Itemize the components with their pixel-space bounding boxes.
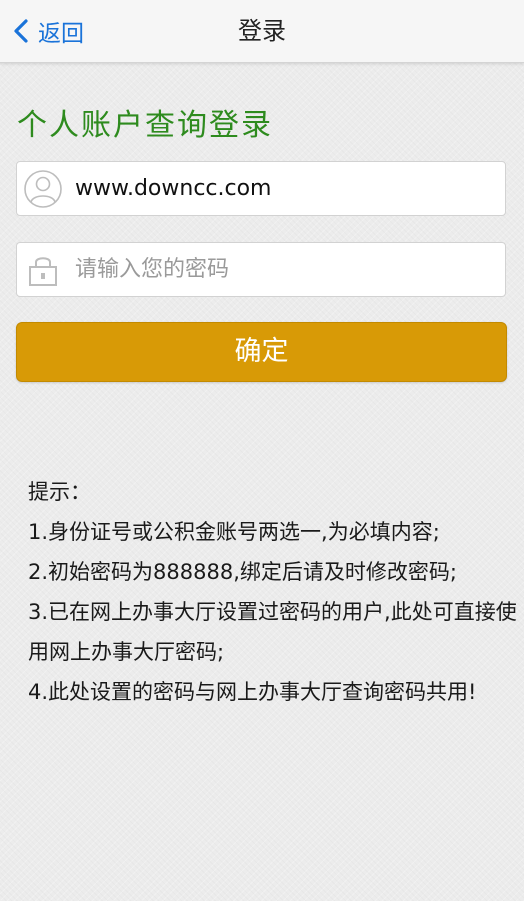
confirm-button[interactable]: 确定 [16,322,507,382]
tip-item: 3.已在网上办事大厅设置过密码的用户,此处可直接使用网上办事大厅密码; [28,600,517,664]
top-navigation-bar: 登录 返回 [0,0,524,63]
lock-icon [21,248,65,292]
tip-item: 4.此处设置的密码与网上办事大厅查询密码共用! [28,680,477,704]
tip-item: 1.身份证号或公积金账号两选一,为必填内容; [28,520,440,544]
back-button[interactable]: 返回 [12,12,84,50]
chevron-left-icon [14,19,28,43]
login-section-title: 个人账户查询登录 [17,108,273,143]
tips-section: 提示： 1.身份证号或公积金账号两选一,为必填内容; 2.初始密码为888888… [28,472,522,712]
tips-heading: 提示： [28,480,91,504]
user-icon [21,167,65,211]
tip-item: 2.初始密码为888888,绑定后请及时修改密码; [28,560,457,584]
username-input[interactable] [75,168,495,209]
back-label: 返回 [38,21,84,47]
password-field[interactable] [16,242,506,297]
password-input[interactable] [75,249,495,290]
username-field[interactable] [16,161,506,216]
